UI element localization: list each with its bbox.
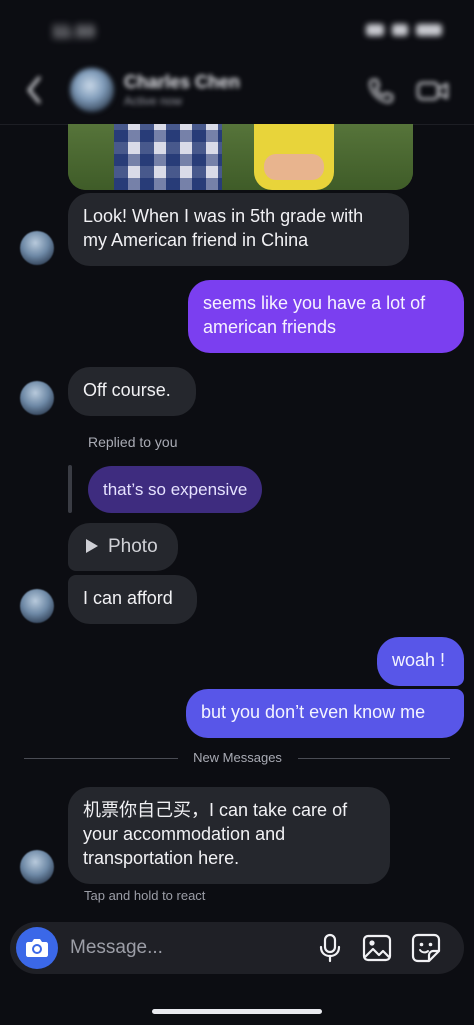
sender-avatar[interactable] <box>20 231 54 265</box>
video-call-button[interactable] <box>416 76 450 106</box>
reply-quote-bar <box>68 465 72 513</box>
chat-header: Charles Chen Active now <box>0 62 474 122</box>
gallery-button[interactable] <box>361 932 393 964</box>
outgoing-message[interactable]: seems like you have a lot of american fr… <box>188 280 464 353</box>
incoming-message[interactable]: I can afford <box>68 575 197 624</box>
sender-avatar[interactable] <box>20 589 54 623</box>
back-button[interactable] <box>24 74 44 112</box>
status-bar: 11:33 <box>0 0 474 60</box>
microphone-button[interactable] <box>314 932 346 964</box>
image-icon <box>362 934 392 962</box>
wifi-icon <box>392 24 408 36</box>
react-hint: Tap and hold to react <box>84 888 206 903</box>
message-input[interactable] <box>68 922 298 974</box>
incoming-message[interactable]: 机票你自己买，I can take care of your accommoda… <box>68 787 390 884</box>
divider-line-left <box>24 758 178 759</box>
photo-label: Photo <box>108 536 158 557</box>
camera-icon <box>26 939 48 957</box>
incoming-message[interactable]: Off course. <box>68 367 196 416</box>
play-icon <box>86 539 98 553</box>
incoming-message[interactable]: Look! When I was in 5th grade with my Am… <box>68 193 409 266</box>
chat-screen: 11:33 Charles Chen Active now Look! When… <box>0 0 474 1025</box>
camera-button[interactable] <box>16 927 58 969</box>
sticker-button[interactable] <box>410 932 442 964</box>
contact-status: Active now <box>124 94 183 108</box>
microphone-icon <box>319 933 341 963</box>
contact-name[interactable]: Charles Chen <box>124 72 240 93</box>
call-button[interactable] <box>366 76 396 106</box>
photo-attachment-button[interactable]: Photo <box>68 523 178 571</box>
signal-icon <box>366 24 384 36</box>
sticker-icon <box>411 933 441 963</box>
sender-avatar[interactable] <box>20 381 54 415</box>
quoted-message[interactable]: that’s so expensive <box>88 466 263 513</box>
chevron-left-icon <box>27 76 41 104</box>
reply-label: Replied to you <box>88 434 178 450</box>
contact-avatar[interactable] <box>70 68 114 112</box>
outgoing-message[interactable]: woah ! <box>377 637 464 686</box>
home-indicator[interactable] <box>152 1009 322 1014</box>
status-time: 11:33 <box>52 22 95 41</box>
photo-plaid-shirt <box>114 124 222 190</box>
message-composer <box>10 922 464 974</box>
outgoing-message[interactable]: but you don’t even know me <box>186 689 464 738</box>
sender-avatar[interactable] <box>20 850 54 884</box>
new-messages-divider: New Messages <box>193 750 282 765</box>
battery-icon <box>416 24 442 36</box>
video-camera-icon <box>416 81 449 101</box>
phone-icon <box>368 78 394 104</box>
divider-line-right <box>298 758 450 759</box>
photo-message[interactable] <box>68 124 413 190</box>
status-icons <box>366 24 442 36</box>
